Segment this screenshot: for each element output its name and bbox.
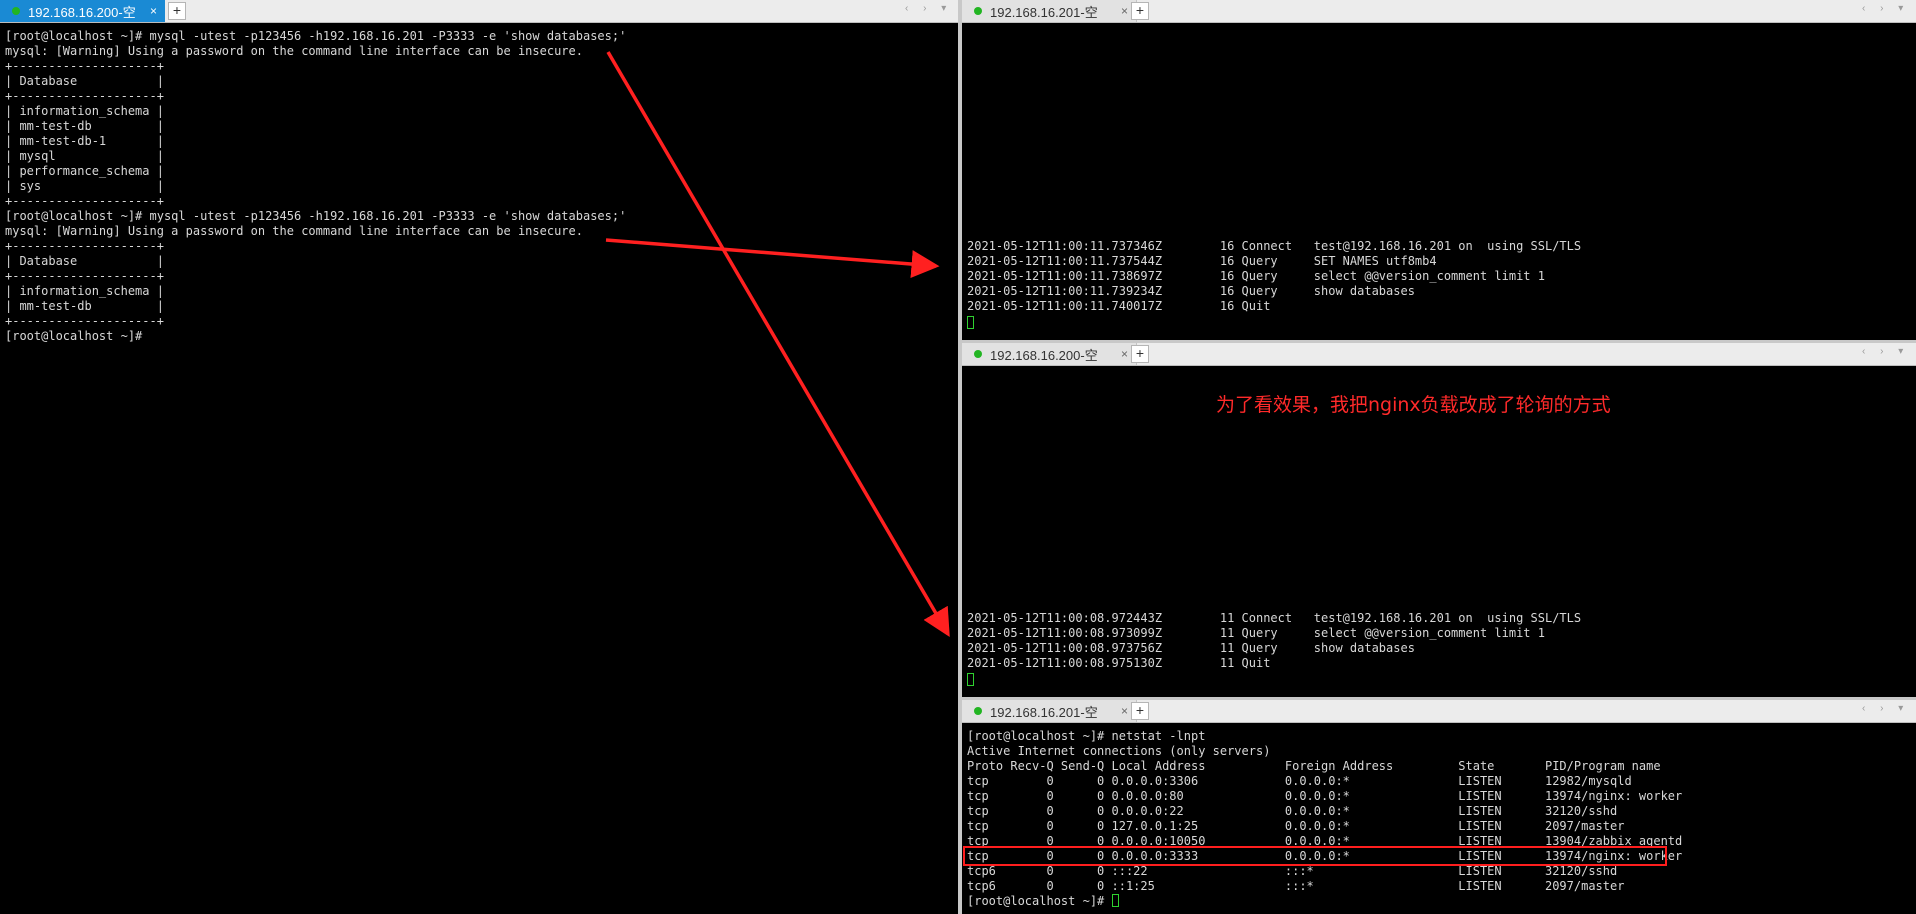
arrow-to-middle-right-log: [606, 51, 950, 638]
arrow-to-top-right-log: [605, 238, 940, 279]
annotation-arrows: [605, 51, 950, 638]
